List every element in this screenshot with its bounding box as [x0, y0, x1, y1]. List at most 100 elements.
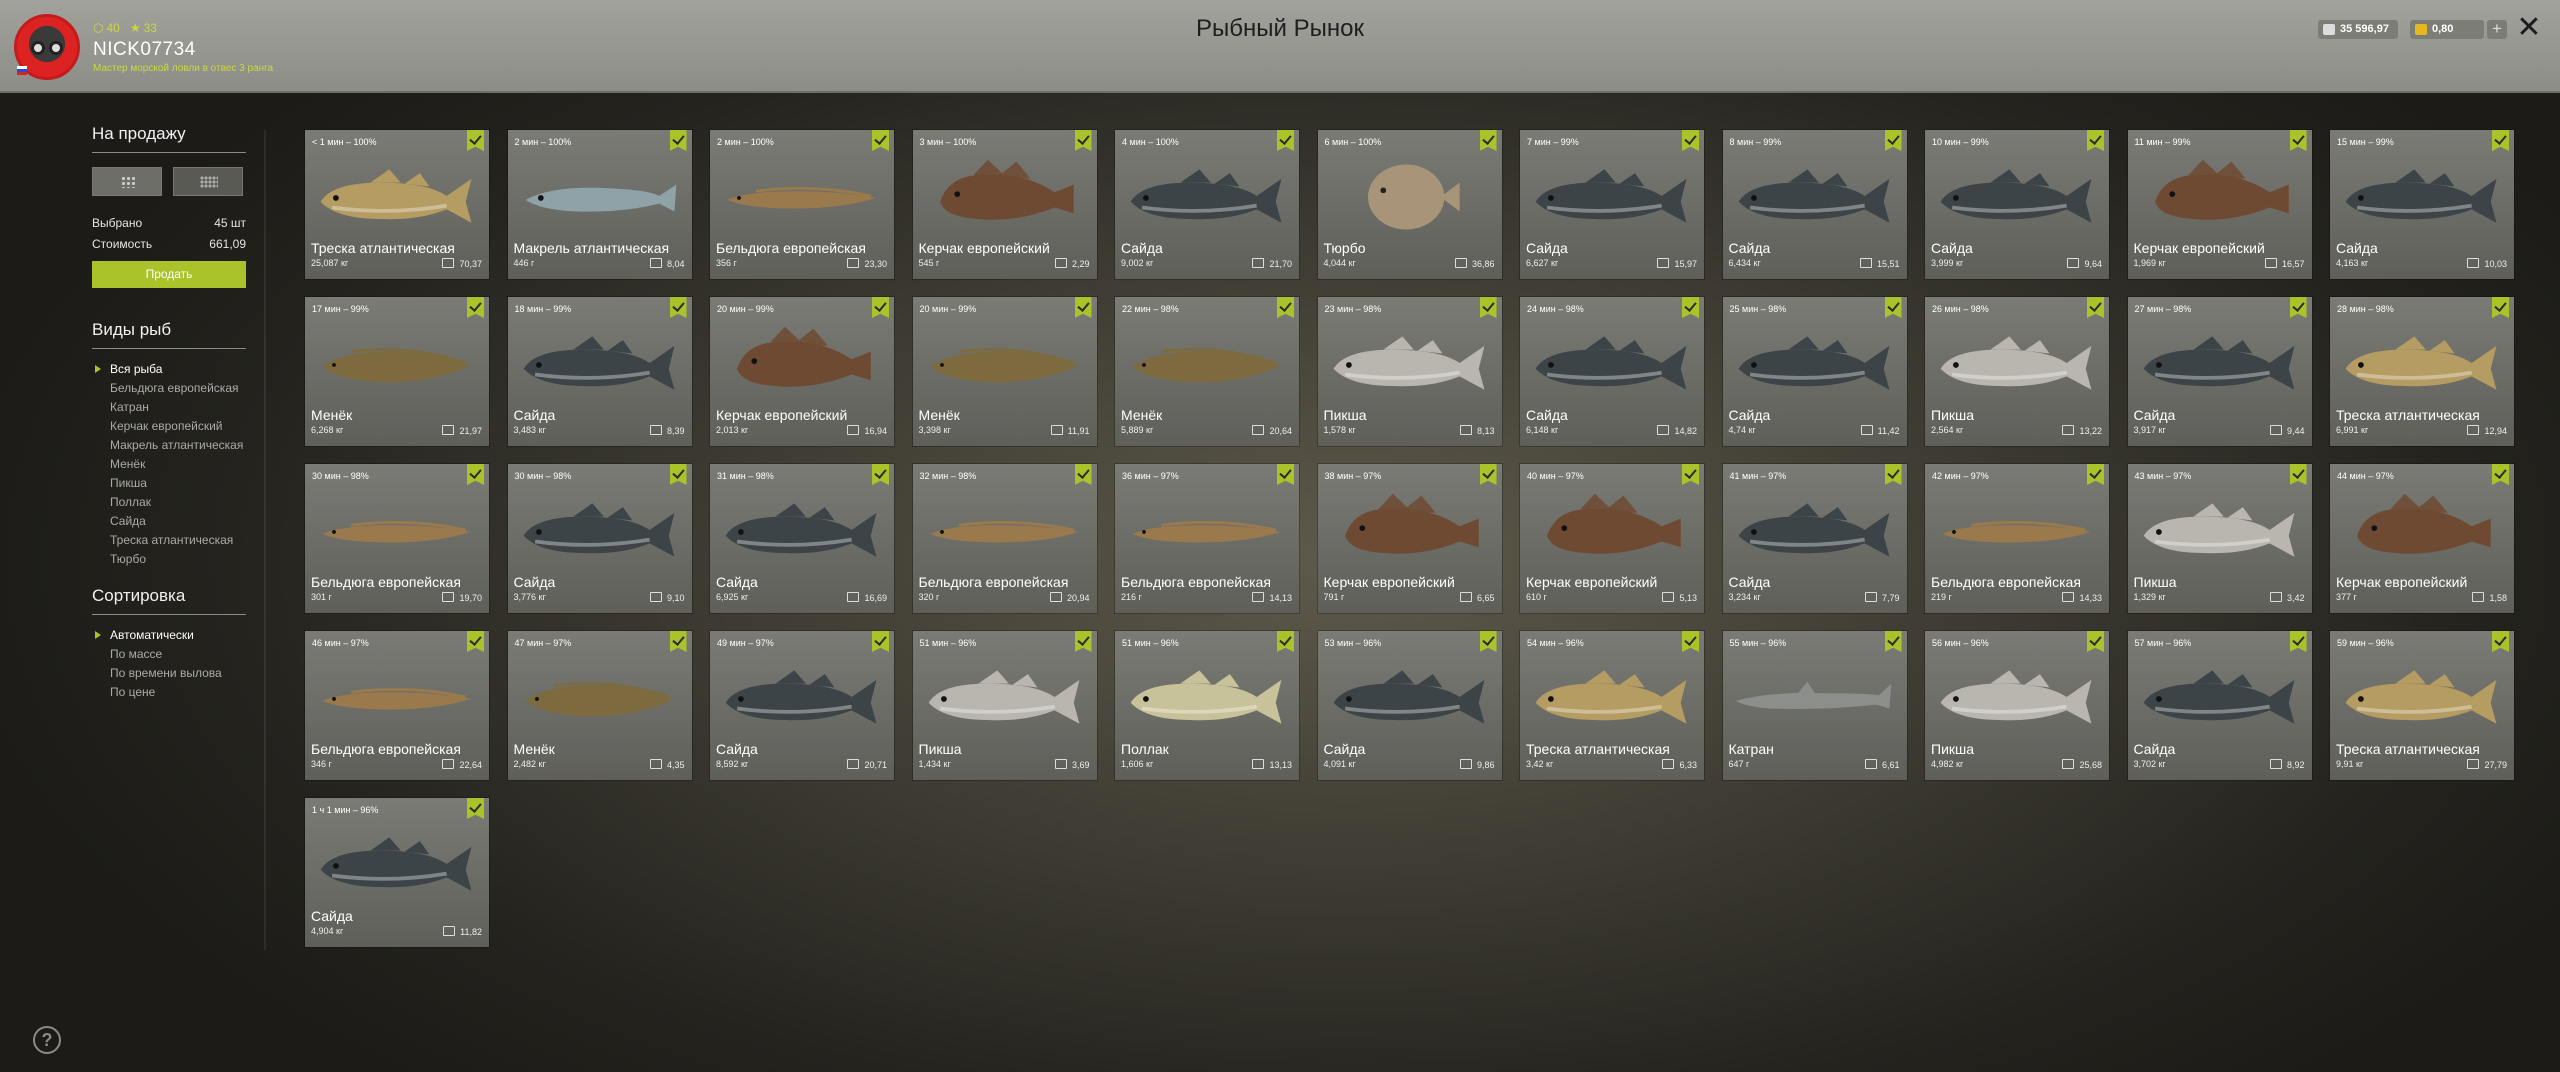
close-button[interactable]: ✕	[2514, 13, 2544, 43]
selected-checkmark-icon[interactable]	[2289, 631, 2307, 652]
fish-card[interactable]: 3 мин – 100% Керчак европейский 545 г 2,…	[912, 130, 1097, 279]
fish-card[interactable]: 57 мин – 96% Сайда 3,702 кг 8,92	[2127, 631, 2312, 780]
fish-card[interactable]: 46 мин – 97% Бельдюга европейская 346 г …	[305, 631, 489, 780]
selected-checkmark-icon[interactable]	[1074, 631, 1092, 652]
fish-card[interactable]: < 1 мин – 100% Треска атлантическая 25,0…	[305, 130, 489, 279]
selected-checkmark-icon[interactable]	[669, 130, 687, 151]
selected-checkmark-icon[interactable]	[2492, 297, 2509, 318]
selected-checkmark-icon[interactable]	[2087, 464, 2104, 485]
selected-checkmark-icon[interactable]	[669, 631, 687, 652]
selected-checkmark-icon[interactable]	[1074, 130, 1092, 151]
fish-card[interactable]: 31 мин – 98% Сайда 6,925 кг 16,69	[710, 464, 894, 613]
fish-card[interactable]: 40 мин – 97% Керчак европейский 610 г 5,…	[1520, 464, 1704, 613]
selected-checkmark-icon[interactable]	[2087, 130, 2104, 151]
fish-card[interactable]: 47 мин – 97% Менёк 2,482 кг 4,35	[507, 631, 692, 780]
fish-card[interactable]: 55 мин – 96% Катран 647 г 6,61	[1722, 631, 1907, 780]
selected-checkmark-icon[interactable]	[1277, 631, 1294, 652]
sort-option-item[interactable]: Автоматически	[92, 629, 246, 642]
fish-card[interactable]: 11 мин – 99% Керчак европейский 1,969 кг…	[2127, 130, 2312, 279]
fish-card[interactable]: 43 мин – 97% Пикша 1,329 кг 3,42	[2127, 464, 2312, 613]
fish-card[interactable]: 38 мин – 97% Керчак европейский 791 г 6,…	[1317, 464, 1502, 613]
selected-checkmark-icon[interactable]	[2492, 464, 2509, 485]
fish-type-item[interactable]: Пикша	[92, 477, 246, 490]
fish-card[interactable]: 23 мин – 98% Пикша 1,578 кг 8,13	[1317, 297, 1502, 446]
fish-type-item[interactable]: Менёк	[92, 458, 246, 471]
fish-card[interactable]: 42 мин – 97% Бельдюга европейская 219 г …	[1925, 464, 2109, 613]
fish-card[interactable]: 2 мин – 100% Бельдюга европейская 356 г …	[710, 130, 894, 279]
selected-checkmark-icon[interactable]	[2492, 130, 2509, 151]
fish-card[interactable]: 22 мин – 98% Менёк 5,889 кг 20,64	[1115, 297, 1299, 446]
fish-type-item[interactable]: Катран	[92, 401, 246, 414]
fish-card[interactable]: 27 мин – 98% Сайда 3,917 кг 9,44	[2127, 297, 2312, 446]
selected-checkmark-icon[interactable]	[2289, 130, 2307, 151]
selected-checkmark-icon[interactable]	[1479, 631, 1497, 652]
selected-checkmark-icon[interactable]	[669, 297, 687, 318]
fish-card[interactable]: 7 мин – 99% Сайда 6,627 кг 15,97	[1520, 130, 1704, 279]
fish-card[interactable]: 51 мин – 96% Поллак 1,606 кг 13,13	[1115, 631, 1299, 780]
selected-checkmark-icon[interactable]	[669, 464, 687, 485]
sort-option-item[interactable]: По цене	[92, 686, 246, 699]
fish-card[interactable]: 20 мин – 99% Менёк 3,398 кг 11,91	[912, 297, 1097, 446]
selected-checkmark-icon[interactable]	[1277, 464, 1294, 485]
selected-checkmark-icon[interactable]	[1884, 464, 1902, 485]
large-grid-view-button[interactable]	[92, 167, 162, 196]
selected-checkmark-icon[interactable]	[467, 798, 484, 819]
fish-card[interactable]: 10 мин – 99% Сайда 3,999 кг 9,64	[1925, 130, 2109, 279]
fish-card[interactable]: 36 мин – 97% Бельдюга европейская 216 г …	[1115, 464, 1299, 613]
fish-card[interactable]: 44 мин – 97% Керчак европейский 377 г 1,…	[2330, 464, 2514, 613]
selected-checkmark-icon[interactable]	[1074, 464, 1092, 485]
add-currency-button[interactable]: +	[2487, 20, 2507, 39]
selected-checkmark-icon[interactable]	[1884, 631, 1902, 652]
fish-card[interactable]: 17 мин – 99% Менёк 6,268 кг 21,97	[305, 297, 489, 446]
fish-type-item[interactable]: Бельдюга европейская	[92, 382, 246, 395]
selected-checkmark-icon[interactable]	[1682, 297, 1699, 318]
small-grid-view-button[interactable]	[173, 167, 243, 196]
fish-card[interactable]: 32 мин – 98% Бельдюга европейская 320 г …	[912, 464, 1097, 613]
fish-type-item[interactable]: Поллак	[92, 496, 246, 509]
selected-checkmark-icon[interactable]	[1884, 130, 1902, 151]
fish-type-item[interactable]: Керчак европейский	[92, 420, 246, 433]
selected-checkmark-icon[interactable]	[872, 464, 889, 485]
selected-checkmark-icon[interactable]	[1682, 130, 1699, 151]
fish-card[interactable]: 18 мин – 99% Сайда 3,483 кг 8,39	[507, 297, 692, 446]
fish-card[interactable]: 15 мин – 99% Сайда 4,163 кг 10,03	[2330, 130, 2514, 279]
fish-card[interactable]: 51 мин – 96% Пикша 1,434 кг 3,69	[912, 631, 1097, 780]
fish-card[interactable]: 49 мин – 97% Сайда 8,592 кг 20,71	[710, 631, 894, 780]
fish-card[interactable]: 56 мин – 96% Пикша 4,982 кг 25,68	[1925, 631, 2109, 780]
fish-card[interactable]: 8 мин – 99% Сайда 6,434 кг 15,51	[1722, 130, 1907, 279]
fish-card[interactable]: 20 мин – 99% Керчак европейский 2,013 кг…	[710, 297, 894, 446]
sort-option-item[interactable]: По времени вылова	[92, 667, 246, 680]
selected-checkmark-icon[interactable]	[1277, 130, 1294, 151]
fish-card[interactable]: 30 мин – 98% Сайда 3,776 кг 9,10	[507, 464, 692, 613]
fish-type-item[interactable]: Тюрбо	[92, 553, 246, 566]
selected-checkmark-icon[interactable]	[1074, 297, 1092, 318]
sort-option-item[interactable]: По массе	[92, 648, 246, 661]
fish-type-item[interactable]: Макрель атлантическая	[92, 439, 246, 452]
fish-card[interactable]: 28 мин – 98% Треска атлантическая 6,991 …	[2330, 297, 2514, 446]
selected-checkmark-icon[interactable]	[872, 631, 889, 652]
sell-button[interactable]: Продать	[92, 261, 246, 288]
selected-checkmark-icon[interactable]	[1682, 631, 1699, 652]
selected-checkmark-icon[interactable]	[2289, 464, 2307, 485]
fish-card[interactable]: 26 мин – 98% Пикша 2,564 кг 13,22	[1925, 297, 2109, 446]
selected-checkmark-icon[interactable]	[467, 297, 484, 318]
selected-checkmark-icon[interactable]	[1277, 297, 1294, 318]
selected-checkmark-icon[interactable]	[1884, 297, 1902, 318]
fish-card[interactable]: 2 мин – 100% Макрель атлантическая 446 г…	[507, 130, 692, 279]
fish-card[interactable]: 59 мин – 96% Треска атлантическая 9,91 к…	[2330, 631, 2514, 780]
fish-card[interactable]: 53 мин – 96% Сайда 4,091 кг 9,86	[1317, 631, 1502, 780]
fish-type-item[interactable]: Вся рыба	[92, 363, 246, 376]
fish-card[interactable]: 24 мин – 98% Сайда 6,148 кг 14,82	[1520, 297, 1704, 446]
selected-checkmark-icon[interactable]	[1682, 464, 1699, 485]
fish-card[interactable]: 6 мин – 100% Тюрбо 4,044 кг 36,86	[1317, 130, 1502, 279]
fish-type-item[interactable]: Сайда	[92, 515, 246, 528]
fish-card[interactable]: 25 мин – 98% Сайда 4,74 кг 11,42	[1722, 297, 1907, 446]
help-button[interactable]: ?	[33, 1026, 61, 1054]
selected-checkmark-icon[interactable]	[1479, 464, 1497, 485]
selected-checkmark-icon[interactable]	[2087, 631, 2104, 652]
selected-checkmark-icon[interactable]	[2289, 297, 2307, 318]
fish-card[interactable]: 41 мин – 97% Сайда 3,234 кг 7,79	[1722, 464, 1907, 613]
fish-type-item[interactable]: Треска атлантическая	[92, 534, 246, 547]
fish-card[interactable]: 54 мин – 96% Треска атлантическая 3,42 к…	[1520, 631, 1704, 780]
selected-checkmark-icon[interactable]	[872, 130, 889, 151]
